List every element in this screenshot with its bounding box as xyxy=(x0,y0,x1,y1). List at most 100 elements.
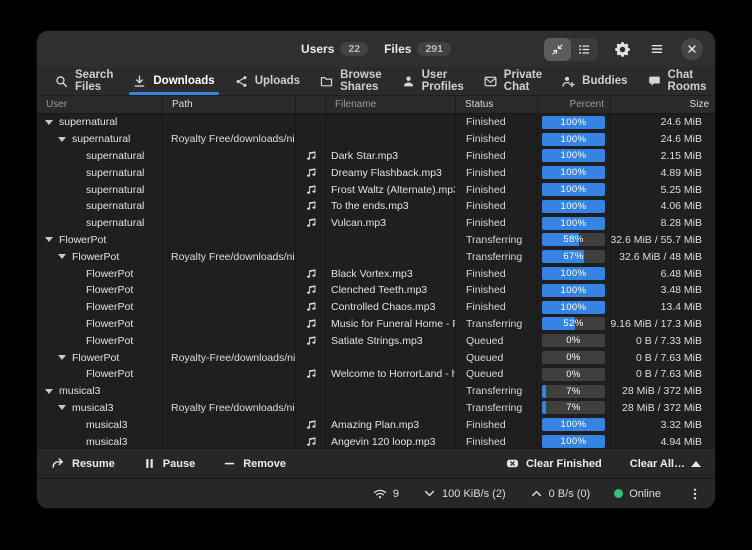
table-row[interactable]: musical3Transferring7%28 MiB / 372 MiB xyxy=(37,383,715,400)
resume-icon xyxy=(51,457,65,471)
filename-cell xyxy=(326,114,456,131)
tab-downloads[interactable]: Downloads xyxy=(123,67,224,95)
online-label: Online xyxy=(629,488,661,500)
filename-cell xyxy=(326,248,456,265)
progress-label: 100% xyxy=(542,166,605,179)
table-row[interactable]: supernaturalDreamy Flashback.mp3Finished… xyxy=(37,164,715,181)
table-row[interactable]: supernaturalFinished100%24.6 MiB xyxy=(37,114,715,131)
path-cell: Royalty-Free/downloads/nicotine xyxy=(163,349,296,366)
col-filename[interactable]: Filename xyxy=(326,96,456,113)
collapse-icon[interactable] xyxy=(544,38,571,61)
status-cell: Transferring xyxy=(456,248,538,265)
expander-icon[interactable] xyxy=(58,137,66,142)
table-row[interactable]: musical3Angevin 120 loop.mp3Finished100%… xyxy=(37,433,715,448)
filename-cell: To the ends.mp3 xyxy=(326,198,456,215)
upload-rate-indicator[interactable]: 0 B/s (0) xyxy=(530,487,591,500)
transfers-toolbar: Resume Pause Remove Clear Finished Clear… xyxy=(37,448,715,478)
table-row[interactable]: FlowerPotControlled Chaos.mp3Finished100… xyxy=(37,299,715,316)
resume-button[interactable]: Resume xyxy=(51,457,115,471)
col-path[interactable]: Path xyxy=(163,96,296,113)
hamburger-menu-icon[interactable] xyxy=(646,38,668,60)
status-cell: Finished xyxy=(456,433,538,448)
chevron-up-icon xyxy=(530,487,543,500)
tab-uploads[interactable]: Uploads xyxy=(225,67,310,95)
col-user[interactable]: User xyxy=(37,96,163,113)
table-row[interactable]: supernaturalFrost Waltz (Alternate).mp3F… xyxy=(37,181,715,198)
table-row[interactable]: musical3Amazing Plan.mp3Finished100%3.32… xyxy=(37,416,715,433)
col-status[interactable]: Status xyxy=(456,96,538,113)
filename-cell xyxy=(326,232,456,249)
tab-chat-rooms[interactable]: Chat Rooms xyxy=(638,67,716,95)
chat-icon xyxy=(648,75,661,88)
connections-indicator[interactable]: 9 xyxy=(373,487,399,501)
pause-button[interactable]: Pause xyxy=(143,457,195,470)
progress-label: 100% xyxy=(542,217,605,230)
share-icon xyxy=(235,75,248,88)
progress-label: 67% xyxy=(542,250,605,263)
col-percent[interactable]: Percent xyxy=(538,96,611,113)
path-cell xyxy=(163,366,296,383)
mail-icon xyxy=(484,75,497,88)
path-cell xyxy=(163,299,296,316)
expander-icon[interactable] xyxy=(45,120,53,125)
music-note-icon xyxy=(305,284,317,296)
user-name: supernatural xyxy=(86,150,144,162)
table-row[interactable]: FlowerPotRoyalty-Free/downloads/nicotine… xyxy=(37,349,715,366)
progress-bar: 0% xyxy=(542,334,605,347)
table-row[interactable]: FlowerPotWelcome to HorrorLand - hi.mp3Q… xyxy=(37,366,715,383)
preferences-gear-icon[interactable] xyxy=(611,38,633,60)
table-row[interactable]: FlowerPotBlack Vortex.mp3Finished100%6.4… xyxy=(37,265,715,282)
tab-label: Search Files xyxy=(75,69,113,93)
user-name: musical3 xyxy=(59,385,100,397)
path-cell: Royalty Free/downloads/nicotine xyxy=(163,131,296,148)
expander-icon[interactable] xyxy=(58,254,66,259)
table-row[interactable]: supernaturalVulcan.mp3Finished100%8.28 M… xyxy=(37,215,715,232)
status-cell: Transferring xyxy=(456,232,538,249)
expander-icon[interactable] xyxy=(58,355,66,360)
status-cell: Finished xyxy=(456,416,538,433)
table-row[interactable]: FlowerPotClenched Teeth.mp3Finished100%3… xyxy=(37,282,715,299)
remove-label: Remove xyxy=(243,458,286,470)
table-row[interactable]: supernaturalTo the ends.mp3Finished100%4… xyxy=(37,198,715,215)
close-icon[interactable] xyxy=(681,38,703,60)
expander-icon[interactable] xyxy=(45,389,53,394)
clear-all-menu-button[interactable]: Clear All… xyxy=(630,458,701,470)
filename-cell: Clenched Teeth.mp3 xyxy=(326,282,456,299)
col-size[interactable]: Size xyxy=(611,96,715,113)
path-cell xyxy=(163,148,296,165)
remove-button[interactable]: Remove xyxy=(223,457,286,470)
table-row[interactable]: FlowerPotSatiate Strings.mp3Queued0%0 B … xyxy=(37,332,715,349)
table-row[interactable]: musical3Royalty Free/downloads/nicotineT… xyxy=(37,400,715,417)
table-row[interactable]: supernaturalDark Star.mp3Finished100%2.1… xyxy=(37,148,715,165)
kebab-menu-icon[interactable] xyxy=(685,487,705,501)
tab-browse-shares[interactable]: Browse Shares xyxy=(310,67,392,95)
progress-label: 100% xyxy=(542,116,605,129)
music-note-icon xyxy=(305,436,317,448)
download-rate-indicator[interactable]: 100 KiB/s (2) xyxy=(423,487,506,500)
tab-user-profiles[interactable]: User Profiles xyxy=(392,67,474,95)
table-row[interactable]: FlowerPotMusic for Funeral Home - Part 1… xyxy=(37,316,715,333)
progress-bar: 67% xyxy=(542,250,605,263)
tab-private-chat[interactable]: Private Chat xyxy=(474,67,552,95)
music-note-icon xyxy=(305,419,317,431)
status-cell: Finished xyxy=(456,114,538,131)
col-icon[interactable] xyxy=(296,96,326,113)
tab-search-files[interactable]: Search Files xyxy=(45,67,123,95)
expander-icon[interactable] xyxy=(45,237,53,242)
user-name: FlowerPot xyxy=(86,268,133,280)
online-status[interactable]: Online xyxy=(614,488,661,500)
person-plus-icon xyxy=(562,75,575,88)
clear-finished-button[interactable]: Clear Finished xyxy=(506,457,602,470)
tab-buddies[interactable]: Buddies xyxy=(552,67,637,95)
search-icon xyxy=(55,75,68,88)
table-row[interactable]: supernaturalRoyalty Free/downloads/nicot… xyxy=(37,131,715,148)
path-cell xyxy=(163,181,296,198)
status-cell: Queued xyxy=(456,366,538,383)
list-view-icon[interactable] xyxy=(571,38,598,61)
upload-rate: 0 B/s (0) xyxy=(549,488,591,500)
progress-bar: 7% xyxy=(542,401,605,414)
table-row[interactable]: FlowerPotTransferring58%32.6 MiB / 55.7 … xyxy=(37,232,715,249)
table-row[interactable]: FlowerPotRoyalty Free/downloads/nicotine… xyxy=(37,248,715,265)
expander-icon[interactable] xyxy=(58,405,66,410)
progress-bar: 100% xyxy=(542,301,605,314)
